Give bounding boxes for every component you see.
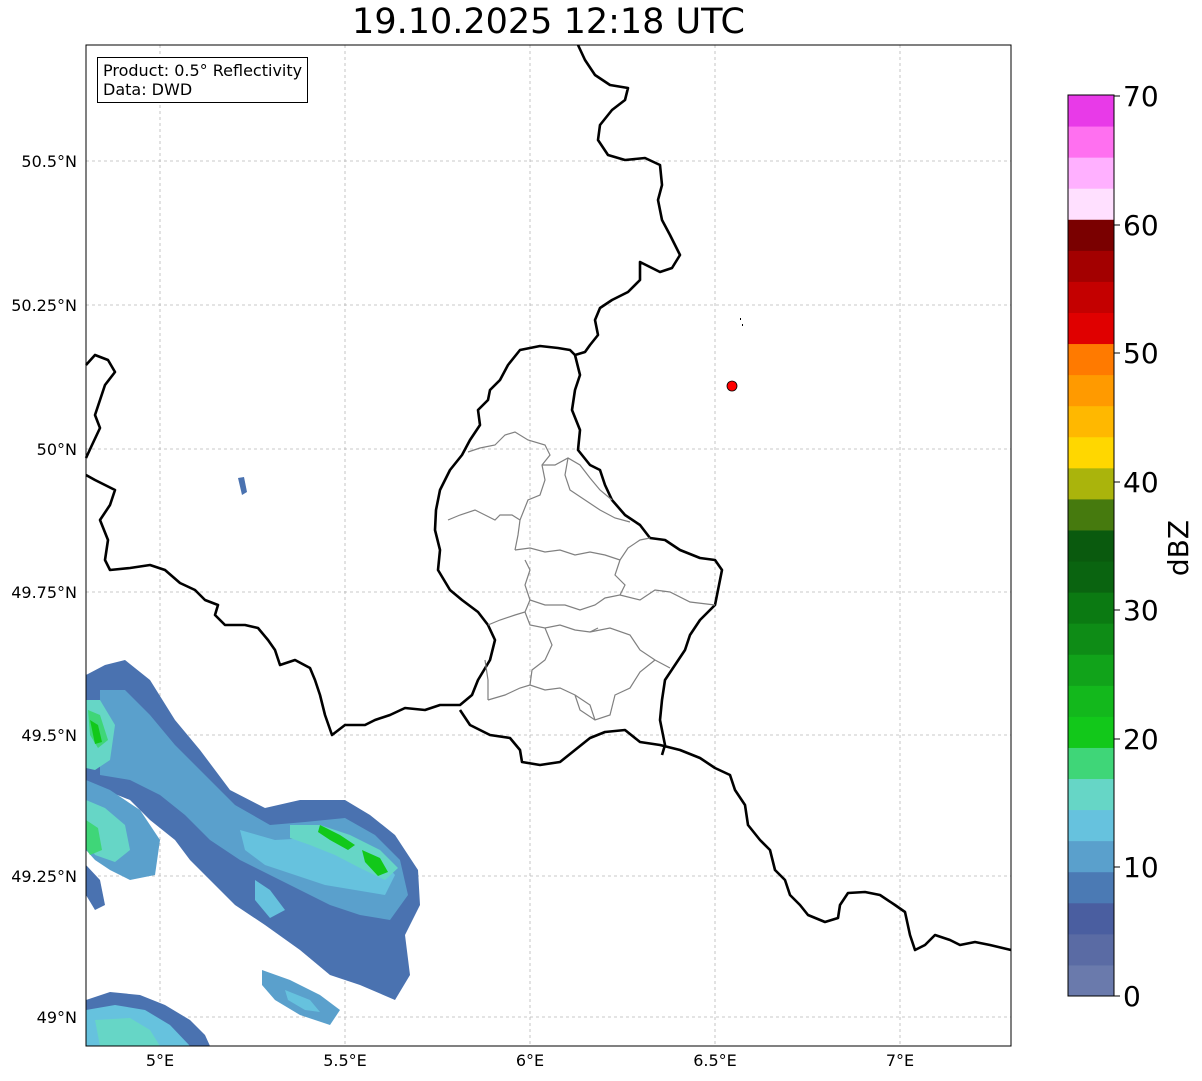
colorbar-segment (1068, 250, 1114, 282)
colorbar-tick-label: 40 (1123, 466, 1159, 499)
colorbar-segment (1068, 498, 1114, 531)
lat-tick-label: 49.5°N (21, 726, 77, 745)
colorbar-segments (1068, 95, 1114, 997)
colorbar-segment (1068, 436, 1114, 469)
lon-tick-label: 6°E (516, 1051, 544, 1070)
colorbar-segment (1068, 157, 1114, 189)
colorbar-segment (1068, 933, 1114, 966)
lat-tick-label: 50.25°N (11, 296, 77, 315)
lat-tick-label: 49.25°N (11, 867, 77, 886)
colorbar-tick-label: 10 (1123, 851, 1159, 884)
colorbar-segment (1068, 747, 1114, 780)
lat-tick-label: 49.75°N (11, 583, 77, 602)
lat-tick-label: 50.5°N (21, 152, 77, 171)
colorbar-segment (1068, 685, 1114, 717)
colorbar-tick-label: 0 (1123, 980, 1141, 1013)
colorbar-segment (1068, 902, 1114, 935)
colorbar-tick-label: 50 (1123, 337, 1159, 370)
lon-tick-label: 6.5°E (693, 1051, 737, 1070)
colorbar-segment (1068, 343, 1114, 376)
lon-tick-label: 7°E (886, 1051, 914, 1070)
colorbar-tick-label: 30 (1123, 594, 1159, 627)
colorbar-segment (1068, 219, 1114, 251)
colorbar-segment (1068, 374, 1114, 407)
lon-tick-label: 5°E (146, 1051, 174, 1070)
colorbar-label: dBZ (1162, 520, 1195, 576)
map-figure: 50.5°N 50.25°N 50°N 49.75°N 49.5°N 49.25… (11, 44, 1195, 1070)
product-info-box: Product: 0.5° Reflectivity Data: DWD (97, 57, 309, 103)
colorbar-segment (1068, 716, 1114, 748)
colorbar-tick-label: 60 (1123, 209, 1159, 242)
lat-ticks: 50.5°N 50.25°N 50°N 49.75°N 49.5°N 49.25… (11, 152, 77, 1027)
colorbar-segment (1068, 95, 1114, 127)
colorbar-segment (1068, 467, 1114, 500)
colorbar-segment (1068, 654, 1114, 686)
colorbar-segment (1068, 281, 1114, 313)
radar-site-marker (726, 380, 738, 392)
data-source-label: Data: DWD (103, 80, 193, 99)
lat-tick-label: 50°N (37, 440, 77, 459)
map-area (86, 45, 1011, 1046)
lat-tick-label: 49°N (37, 1008, 77, 1027)
colorbar-segment (1068, 405, 1114, 438)
colorbar-tick-label: 20 (1123, 723, 1159, 756)
lon-tick-label: 5.5°E (323, 1051, 367, 1070)
colorbar-segment (1068, 840, 1114, 873)
colorbar-ticks: 70 60 50 40 30 20 10 0 (1114, 80, 1159, 1013)
product-label: Product: 0.5° Reflectivity (103, 61, 303, 80)
colorbar-segment (1068, 529, 1114, 562)
colorbar-segment (1068, 871, 1114, 904)
colorbar-segment (1068, 592, 1114, 624)
colorbar-tick-label: 70 (1123, 80, 1159, 113)
colorbar-segment (1068, 809, 1114, 842)
colorbar-segment (1068, 126, 1114, 158)
colorbar-segment (1068, 312, 1114, 345)
lon-ticks: 5°E 5.5°E 6°E 6.5°E 7°E (146, 1051, 914, 1070)
colorbar-segment (1068, 188, 1114, 220)
colorbar-segment (1068, 964, 1114, 997)
colorbar-segment (1068, 561, 1114, 593)
colorbar: 70 60 50 40 30 20 10 0 dBZ (1067, 80, 1195, 1013)
colorbar-segment (1068, 778, 1114, 811)
colorbar-segment (1068, 623, 1114, 655)
